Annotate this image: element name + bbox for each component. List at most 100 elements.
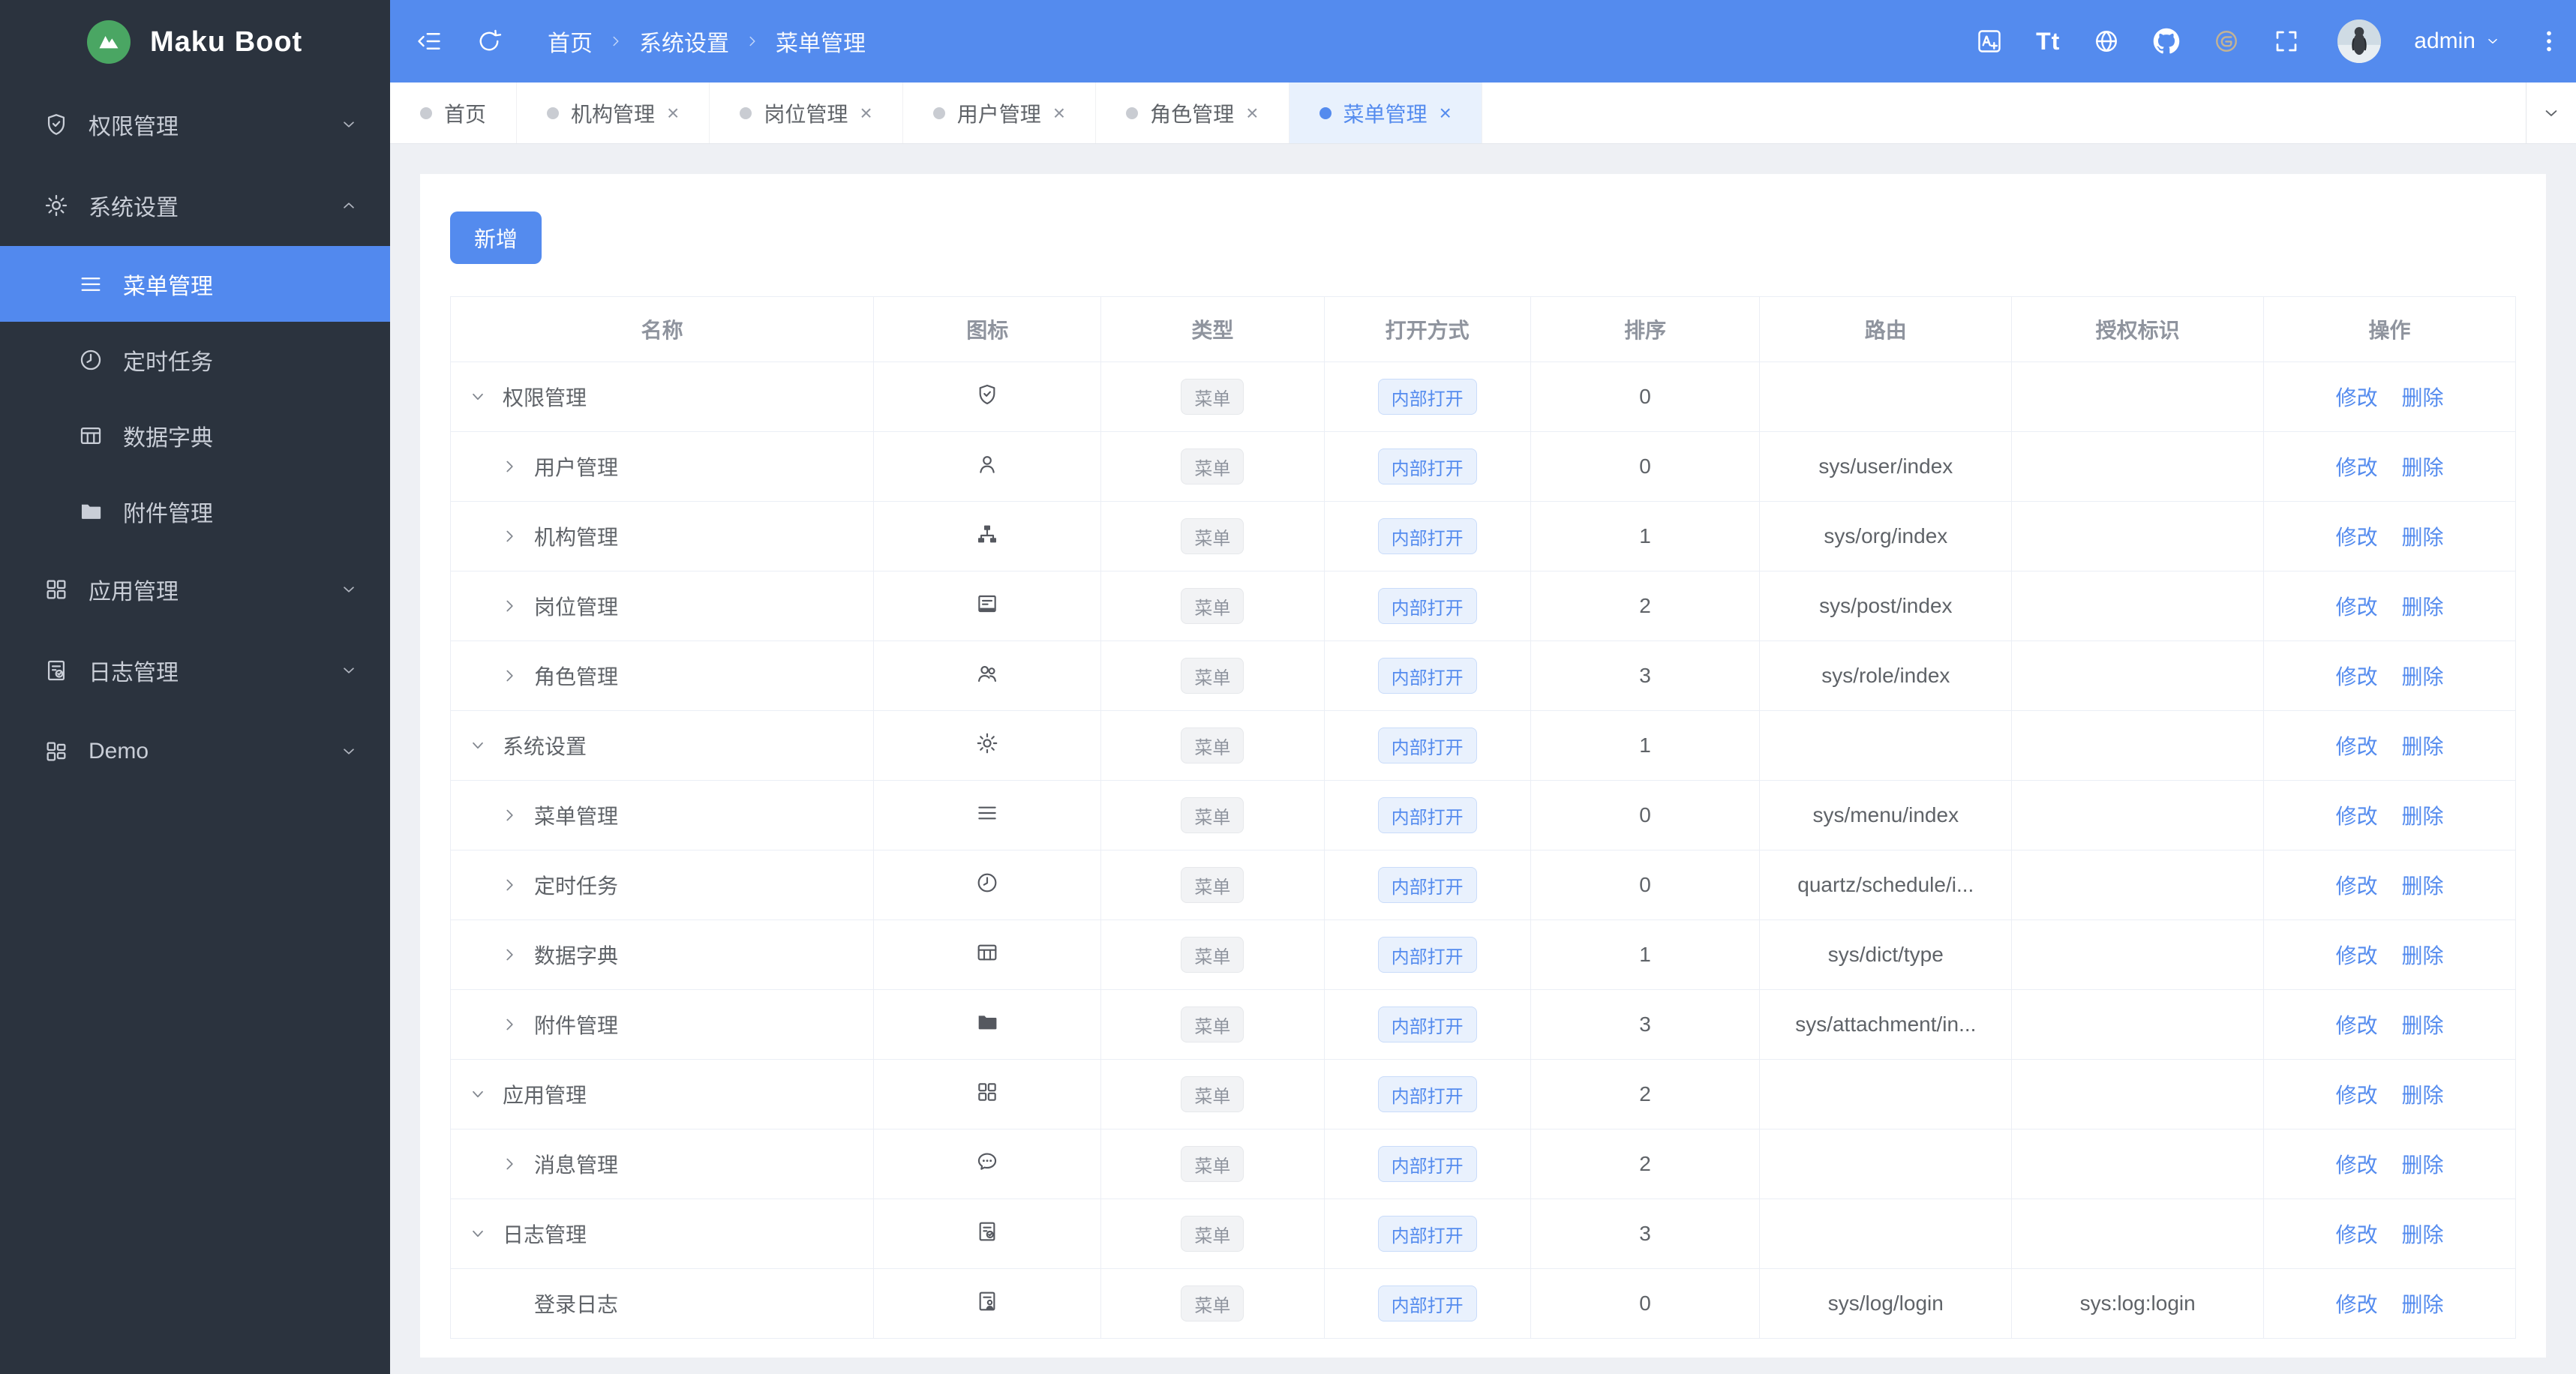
column-header[interactable]: 名称: [449, 296, 875, 362]
edit-link[interactable]: 修改: [2336, 596, 2378, 619]
globe-icon[interactable]: [2093, 28, 2120, 55]
tab-close-icon[interactable]: ×: [1246, 102, 1258, 124]
tab-close-icon[interactable]: ×: [1053, 102, 1065, 124]
chevron-right-icon[interactable]: [500, 596, 525, 616]
delete-link[interactable]: 删除: [2401, 944, 2443, 968]
edit-link[interactable]: 修改: [2336, 665, 2378, 688]
collapse-sidebar-icon[interactable]: [416, 28, 443, 55]
sidebar-item-data-dictionary[interactable]: 数据字典: [0, 398, 390, 473]
breadcrumb-item[interactable]: 系统设置: [639, 25, 729, 58]
sidebar-item-permission-mgmt[interactable]: 权限管理: [0, 84, 390, 165]
brand-name: Maku Boot: [150, 26, 303, 58]
delete-link[interactable]: 删除: [2401, 526, 2443, 549]
sidebar-item-log-mgmt[interactable]: 日志管理: [0, 630, 390, 711]
tab-post-mgmt[interactable]: 岗位管理 ×: [710, 82, 903, 143]
chevron-down-icon[interactable]: [468, 736, 494, 755]
edit-link[interactable]: 修改: [2336, 874, 2378, 898]
sidebar-item-demo[interactable]: Demo: [0, 711, 390, 792]
chevron-right-icon[interactable]: [500, 806, 525, 825]
chevron-right-icon[interactable]: [500, 1015, 525, 1034]
tab-role-mgmt[interactable]: 角色管理 ×: [1096, 82, 1290, 143]
avatar[interactable]: [2337, 20, 2382, 63]
edit-link[interactable]: 修改: [2336, 386, 2378, 410]
sidebar-item-system-settings[interactable]: 系统设置: [0, 165, 390, 246]
sidebar-item-label: 应用管理: [89, 580, 179, 604]
edit-link[interactable]: 修改: [2336, 526, 2378, 549]
tab-user-mgmt[interactable]: 用户管理 ×: [903, 82, 1097, 143]
chevron-right-icon[interactable]: [500, 875, 525, 895]
chevron-down-icon[interactable]: [468, 1084, 494, 1104]
sidebar-item-label: 附件管理: [123, 501, 213, 526]
gitee-icon[interactable]: [2213, 28, 2240, 55]
edit-link[interactable]: 修改: [2336, 1293, 2378, 1316]
edit-link[interactable]: 修改: [2336, 1154, 2378, 1177]
column-header[interactable]: 排序: [1530, 296, 1761, 362]
brand[interactable]: Maku Boot: [0, 0, 390, 84]
route-value: sys/post/index: [1759, 571, 2013, 641]
sidebar-item-scheduled-tasks[interactable]: 定时任务: [0, 322, 390, 398]
tab-close-icon[interactable]: ×: [1440, 102, 1452, 124]
fullscreen-icon[interactable]: [2273, 28, 2300, 55]
tab-org-mgmt[interactable]: 机构管理 ×: [517, 82, 710, 143]
topbar-tools: Tt admin: [1976, 20, 2562, 63]
kebab-menu-icon[interactable]: [2535, 28, 2562, 55]
tab-list-dropdown[interactable]: [2526, 82, 2576, 143]
edit-link[interactable]: 修改: [2336, 1223, 2378, 1246]
open-type-tag: 内部打开: [1377, 379, 1477, 415]
edit-link[interactable]: 修改: [2336, 1014, 2378, 1037]
delete-link[interactable]: 删除: [2401, 1154, 2443, 1177]
delete-link[interactable]: 删除: [2401, 456, 2443, 479]
column-header[interactable]: 操作: [2263, 296, 2516, 362]
delete-link[interactable]: 删除: [2401, 1293, 2443, 1316]
tab-label: 首页: [444, 102, 487, 126]
table-row: 日志管理 菜单 内部打开 3 修改 删除: [449, 1198, 2516, 1269]
delete-link[interactable]: 删除: [2401, 665, 2443, 688]
chevron-right-icon[interactable]: [500, 666, 525, 686]
sidebar-item-menu-mgmt[interactable]: 菜单管理: [0, 246, 390, 322]
sort-value: 3: [1530, 1198, 1761, 1269]
edit-link[interactable]: 修改: [2336, 805, 2378, 828]
translate-icon[interactable]: [1976, 28, 2003, 55]
sidebar-item-app-mgmt[interactable]: 应用管理: [0, 549, 390, 630]
chevron-right-icon[interactable]: [500, 457, 525, 476]
breadcrumb-item[interactable]: 菜单管理: [776, 25, 866, 58]
tab-close-icon[interactable]: ×: [860, 102, 872, 124]
edit-link[interactable]: 修改: [2336, 1084, 2378, 1107]
chevron-down-icon[interactable]: [468, 1224, 494, 1244]
delete-link[interactable]: 删除: [2401, 1084, 2443, 1107]
column-header[interactable]: 授权标识: [2011, 296, 2265, 362]
delete-link[interactable]: 删除: [2401, 1223, 2443, 1246]
delete-link[interactable]: 删除: [2401, 386, 2443, 410]
font-size-icon[interactable]: Tt: [2036, 28, 2060, 56]
sidebar-item-attachment-mgmt[interactable]: 附件管理: [0, 473, 390, 549]
user-menu[interactable]: admin: [2414, 28, 2501, 54]
column-header[interactable]: 路由: [1759, 296, 2013, 362]
breadcrumb-item[interactable]: 首页: [548, 25, 593, 58]
chevron-down-icon[interactable]: [468, 387, 494, 406]
column-header[interactable]: 打开方式: [1323, 296, 1531, 362]
folder-icon: [975, 1010, 999, 1034]
delete-link[interactable]: 删除: [2401, 735, 2443, 758]
add-button[interactable]: 新增: [450, 212, 542, 264]
tab-menu-mgmt[interactable]: 菜单管理 ×: [1289, 82, 1482, 143]
delete-link[interactable]: 删除: [2401, 596, 2443, 619]
github-icon[interactable]: [2153, 28, 2180, 55]
delete-link[interactable]: 删除: [2401, 1014, 2443, 1037]
tab-close-icon[interactable]: ×: [667, 102, 679, 124]
chevron-right-icon[interactable]: [500, 1154, 525, 1174]
column-header[interactable]: 类型: [1100, 296, 1325, 362]
chevron-down-icon: [339, 115, 359, 134]
edit-link[interactable]: 修改: [2336, 456, 2378, 479]
chevron-right-icon[interactable]: [500, 945, 525, 964]
refresh-icon[interactable]: [476, 28, 503, 55]
tab-home[interactable]: 首页: [390, 82, 518, 143]
edit-link[interactable]: 修改: [2336, 944, 2378, 968]
route-value: sys/attachment/in...: [1759, 989, 2013, 1060]
menu-name: 用户管理: [534, 456, 619, 479]
delete-link[interactable]: 删除: [2401, 874, 2443, 898]
open-type-tag: 内部打开: [1377, 588, 1477, 624]
chevron-right-icon[interactable]: [500, 526, 525, 546]
edit-link[interactable]: 修改: [2336, 735, 2378, 758]
column-header[interactable]: 图标: [873, 296, 1102, 362]
delete-link[interactable]: 删除: [2401, 805, 2443, 828]
